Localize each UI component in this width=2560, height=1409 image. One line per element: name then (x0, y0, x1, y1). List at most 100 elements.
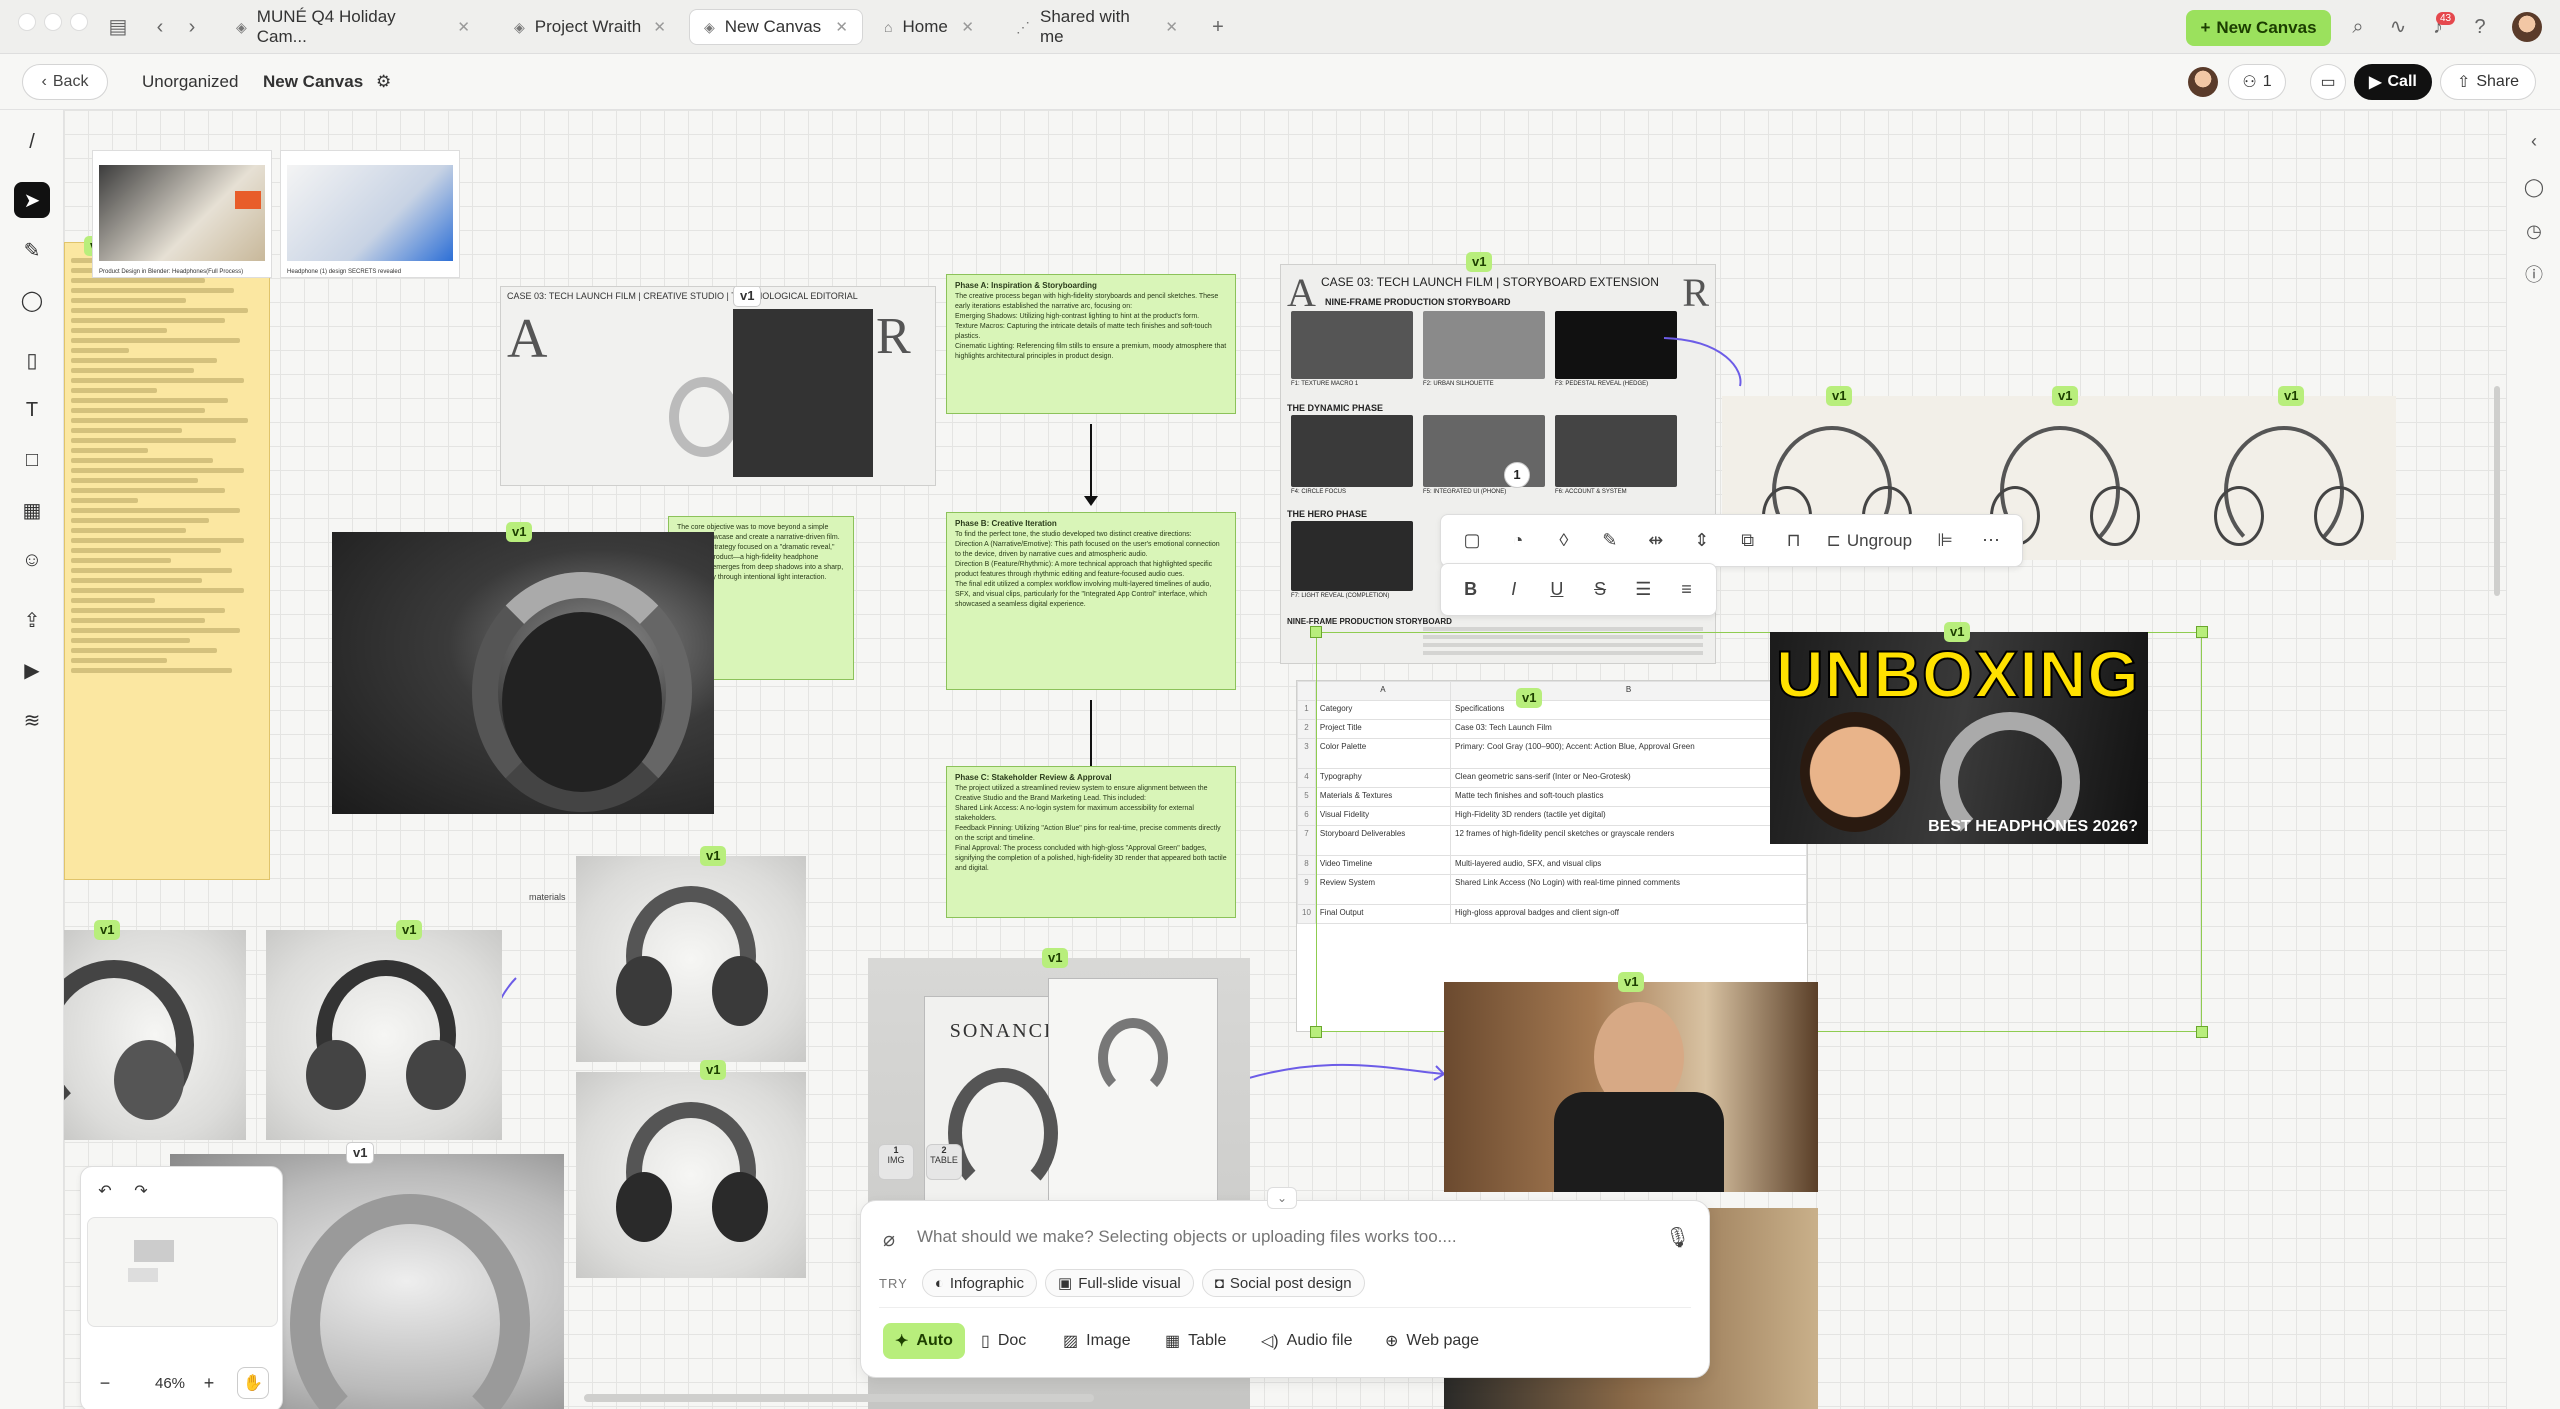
ungroup-button[interactable]: ⊏ Ungroup (1819, 523, 1920, 559)
comment-pin[interactable]: 1 (1504, 462, 1530, 488)
mode-audio[interactable]: ◁) Audio file (1249, 1323, 1364, 1359)
sketch-image-3[interactable] (2174, 396, 2396, 560)
more-icon[interactable]: ⋯ (1970, 523, 2012, 559)
resize-handle[interactable] (1310, 626, 1322, 638)
prompt-input[interactable] (917, 1219, 1637, 1255)
tab-project-wraith[interactable]: ◈ Project Wraith ✕ (500, 9, 680, 45)
help-icon[interactable]: ? (2466, 0, 2494, 54)
slash-command-icon[interactable]: / (14, 124, 50, 160)
moodboard-board[interactable]: CASE 03: TECH LAUNCH FILM | CREATIVE STU… (500, 286, 936, 486)
attach-paperclip-icon[interactable]: ⌀ (883, 1227, 895, 1252)
suggestion-infographic[interactable]: ◐ Infographic (921, 1269, 1038, 1297)
user-avatar[interactable] (2512, 12, 2542, 42)
info-icon[interactable]: ⓘ (2521, 262, 2547, 288)
frame-icon[interactable]: ▢ (1451, 523, 1493, 559)
unboxing-thumbnail[interactable]: UNBOXING BEST HEADPHONES 2026? (1770, 632, 2148, 844)
mode-auto[interactable]: ✦ Auto (883, 1323, 965, 1359)
close-icon[interactable]: ✕ (653, 18, 666, 36)
nav-forward-icon[interactable]: › (178, 0, 206, 54)
resize-handle[interactable] (1310, 1026, 1322, 1038)
youtube-card-1[interactable]: Product Design in Blender: Headphones(Fu… (92, 150, 272, 278)
lock-icon[interactable]: ⊓ (1773, 523, 1815, 559)
resize-handle[interactable] (2196, 626, 2208, 638)
suggestion-full-slide[interactable]: ▣ Full-slide visual (1045, 1269, 1194, 1297)
comments-button[interactable]: ▭ (2310, 64, 2346, 100)
document-icon[interactable]: ▯ (14, 342, 50, 378)
collapse-chevron-icon[interactable]: ⌄ (1267, 1187, 1297, 1209)
minimap-preview[interactable] (87, 1217, 278, 1327)
close-icon[interactable]: ✕ (1165, 18, 1178, 36)
phase-c-note[interactable]: Phase C: Stakeholder Review & Approval T… (946, 766, 1236, 918)
select-cursor-icon[interactable]: ➤ (14, 182, 50, 218)
mode-table[interactable]: ▦ Table (1153, 1323, 1238, 1359)
microphone-icon[interactable]: 🎙 (1665, 1225, 1690, 1250)
align-icon[interactable]: ⊫ (1924, 523, 1966, 559)
share-button[interactable]: ⇧ Share (2440, 64, 2536, 100)
window-close-dot[interactable] (18, 13, 36, 31)
tab-home[interactable]: ⌂ Home ✕ (870, 9, 988, 45)
emoji-icon[interactable]: ☺ (14, 542, 50, 578)
canvas[interactable]: v1 Product Design in Blender: Headphones… (64, 110, 2506, 1409)
zoom-out-icon[interactable]: − (89, 1367, 121, 1399)
mode-image[interactable]: ▨ Image (1051, 1323, 1143, 1359)
activity-icon[interactable]: ∿ (2384, 0, 2412, 54)
phase-a-note[interactable]: Phase A: Inspiration & Storyboarding The… (946, 274, 1236, 414)
collapse-panel-icon[interactable]: ‹ (2521, 128, 2547, 154)
history-icon[interactable]: ◷ (2521, 218, 2547, 244)
redo-icon[interactable]: ↷ (125, 1175, 157, 1207)
vertical-align-icon[interactable]: ≡ (1667, 572, 1706, 608)
video-icon[interactable]: ▶ (14, 652, 50, 688)
breadcrumb-folder[interactable]: Unorganized (142, 72, 238, 92)
headphone-closeup-image[interactable] (332, 532, 714, 814)
headphone-image-3[interactable] (576, 856, 806, 1062)
duplicate-icon[interactable]: ⧉ (1727, 523, 1769, 559)
tab-new-canvas[interactable]: ◈ New Canvas ✕ (689, 9, 863, 45)
yellow-doc-card[interactable] (64, 242, 270, 880)
undo-icon[interactable]: ↶ (89, 1175, 121, 1207)
add-tab-icon[interactable]: + (1204, 0, 1232, 54)
attachment-table-thumb[interactable]: 2 TABLE (926, 1144, 962, 1180)
settings-gear-icon[interactable]: ⚙ (376, 72, 391, 92)
horizontal-scrollbar[interactable] (584, 1394, 1094, 1402)
vertical-scrollbar[interactable] (2494, 386, 2500, 596)
chat-icon[interactable]: ◯ (2521, 174, 2547, 200)
headphone-image-4[interactable] (576, 1072, 806, 1278)
zoom-in-icon[interactable]: + (193, 1367, 225, 1399)
flip-horizontal-icon[interactable]: ⇹ (1635, 523, 1677, 559)
fill-drop-icon[interactable]: ◊ (1543, 523, 1585, 559)
headphone-image-1[interactable] (64, 930, 246, 1140)
tab-shared-with-me[interactable]: ⋰ Shared with me ✕ (1002, 7, 1192, 46)
suggestion-social-post[interactable]: ◘ Social post design (1201, 1269, 1365, 1297)
upload-icon[interactable]: ⇪ (14, 602, 50, 638)
new-canvas-button[interactable]: + New Canvas (2186, 10, 2331, 46)
call-button[interactable]: ▶ Call (2354, 64, 2432, 100)
table-icon[interactable]: ▦ (14, 492, 50, 528)
comment-icon[interactable]: ◯ (14, 282, 50, 318)
hand-tool-icon[interactable]: ✋ (237, 1367, 269, 1399)
text-icon[interactable]: T (14, 392, 50, 428)
collaborator-avatar[interactable] (2188, 67, 2218, 97)
flip-vertical-icon[interactable]: ⇕ (1681, 523, 1723, 559)
close-icon[interactable]: ✕ (457, 18, 470, 36)
headphone-image-2[interactable] (266, 930, 502, 1140)
attachment-img-thumb[interactable]: 1 IMG (878, 1144, 914, 1180)
zoom-level[interactable]: 46% (155, 1375, 185, 1392)
shape-icon[interactable]: □ (14, 442, 50, 478)
mode-web-page[interactable]: ⊕ Web page (1373, 1323, 1491, 1359)
breadcrumb-page[interactable]: New Canvas (263, 72, 363, 92)
bold-icon[interactable]: B (1451, 572, 1490, 608)
align-left-icon[interactable]: ☰ (1624, 572, 1663, 608)
lifestyle-photo[interactable] (1444, 982, 1818, 1192)
bell-icon[interactable]: ♪ (2424, 0, 2452, 54)
close-icon[interactable]: ✕ (961, 18, 974, 36)
nav-back-icon[interactable]: ‹ (146, 0, 174, 54)
back-button[interactable]: ‹ Back (22, 64, 108, 100)
youtube-card-2[interactable]: Headphone (1) design SECRETS revealed (280, 150, 460, 278)
color-wheel-icon[interactable]: ◔ (1497, 523, 1539, 559)
underline-icon[interactable]: U (1537, 572, 1576, 608)
edit-icon[interactable]: ✎ (1589, 523, 1631, 559)
window-zoom-dot[interactable] (70, 13, 88, 31)
layers-icon[interactable]: ≋ (14, 702, 50, 738)
tab-mune-q4[interactable]: ◈ MUNÉ Q4 Holiday Cam... ✕ (222, 7, 484, 46)
phase-b-note[interactable]: Phase B: Creative Iteration To find the … (946, 512, 1236, 690)
